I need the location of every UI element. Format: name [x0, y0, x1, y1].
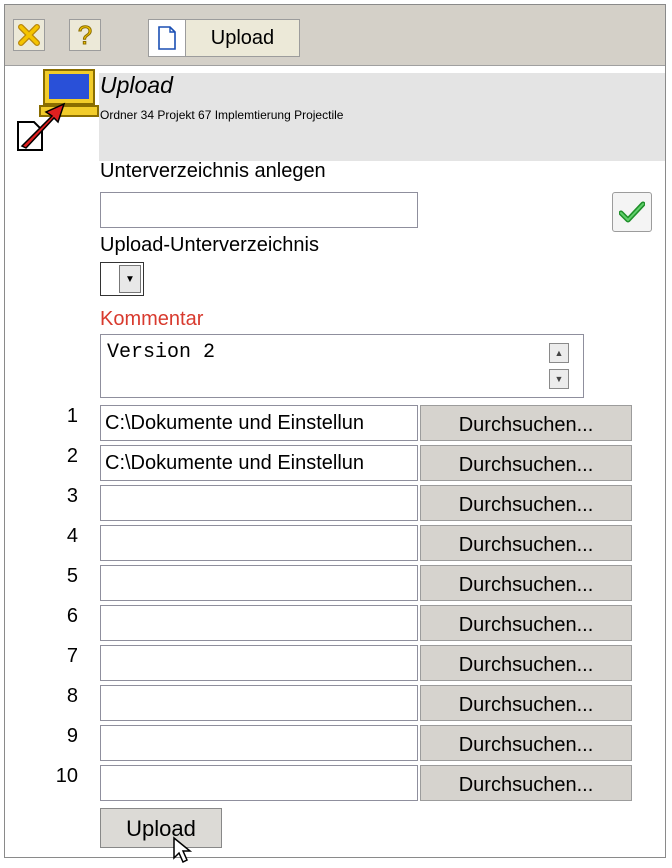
toolbar: ? Upload [5, 5, 665, 66]
toolbar-upload-label: Upload [210, 26, 275, 49]
svg-text:?: ? [78, 21, 92, 49]
file-path-input[interactable] [100, 645, 418, 681]
file-row: 4 Durchsuchen... [0, 525, 660, 565]
page-title: Upload [100, 72, 173, 98]
upload-subdir-select[interactable]: ▼ [100, 262, 144, 296]
file-row-number: 6 [66, 605, 78, 627]
comment-text: Version 2 [107, 341, 216, 364]
file-row-number: 10 [55, 765, 78, 787]
cursor-icon [173, 836, 193, 864]
file-row-number: 1 [66, 405, 78, 427]
file-row-number: 3 [66, 485, 78, 507]
file-path-input[interactable]: C:\Dokumente und Einstellun [100, 445, 418, 481]
file-path-input[interactable] [100, 565, 418, 601]
file-row: 7 Durchsuchen... [0, 645, 660, 685]
file-row-number: 5 [66, 565, 78, 587]
scroll-up-icon[interactable]: ▲ [549, 343, 569, 363]
checkmark-icon [619, 201, 645, 223]
file-row: 9 Durchsuchen... [0, 725, 660, 765]
browse-button[interactable]: Durchsuchen... [420, 445, 632, 481]
upload-subdir-label: Upload-Unterverzeichnis [100, 234, 319, 256]
file-path-input[interactable] [100, 765, 418, 801]
file-path-input[interactable] [100, 605, 418, 641]
scroll-down-icon[interactable]: ▼ [549, 369, 569, 389]
file-row: 1 C:\Dokumente und Einstellun Durchsuchen.… [0, 405, 660, 445]
file-path-input[interactable] [100, 725, 418, 761]
file-path-input[interactable] [100, 685, 418, 721]
file-row-number: 7 [66, 645, 78, 667]
file-row: 5 Durchsuchen... [0, 565, 660, 605]
comment-textarea[interactable]: Version 2 ▲ ▼ [100, 334, 584, 398]
browse-button[interactable]: Durchsuchen... [420, 605, 632, 641]
file-row: 2 C:\Dokumente und Einstellun Durchsuchen.… [0, 445, 660, 485]
file-row: 10 Durchsuchen... [0, 765, 660, 805]
file-path-input[interactable] [100, 525, 418, 561]
browse-button[interactable]: Durchsuchen... [420, 485, 632, 521]
comment-label: Kommentar [100, 308, 204, 330]
file-row-number: 8 [66, 685, 78, 707]
file-row-number: 2 [66, 445, 78, 467]
file-row: 3 Durchsuchen... [0, 485, 660, 525]
browse-button[interactable]: Durchsuchen... [420, 525, 632, 561]
file-row: 6 Durchsuchen... [0, 605, 660, 645]
toolbar-upload-button[interactable]: Upload [148, 19, 300, 57]
create-subdir-button[interactable] [612, 192, 652, 232]
close-icon[interactable] [13, 19, 45, 51]
file-path-input[interactable]: C:\Dokumente und Einstellun [100, 405, 418, 441]
document-icon [149, 20, 186, 56]
subdir-input[interactable] [100, 192, 418, 228]
upload-submit-button[interactable]: Upload [100, 808, 222, 848]
computer-upload-icon [12, 66, 102, 161]
browse-button[interactable]: Durchsuchen... [420, 565, 632, 601]
chevron-down-icon[interactable]: ▼ [119, 265, 141, 293]
browse-button[interactable]: Durchsuchen... [420, 685, 632, 721]
file-row: 8 Durchsuchen... [0, 685, 660, 725]
page-subtitle: Ordner 34 Projekt 67 Implemtierung Proje… [100, 108, 344, 122]
file-path-input[interactable] [100, 485, 418, 521]
browse-button[interactable]: Durchsuchen... [420, 765, 632, 801]
help-icon[interactable]: ? [69, 19, 101, 51]
file-row-number: 4 [66, 525, 78, 547]
browse-button[interactable]: Durchsuchen... [420, 405, 632, 441]
subdir-label: Unterverzeichnis anlegen [100, 160, 326, 182]
file-row-number: 9 [66, 725, 78, 747]
browse-button[interactable]: Durchsuchen... [420, 645, 632, 681]
browse-button[interactable]: Durchsuchen... [420, 725, 632, 761]
